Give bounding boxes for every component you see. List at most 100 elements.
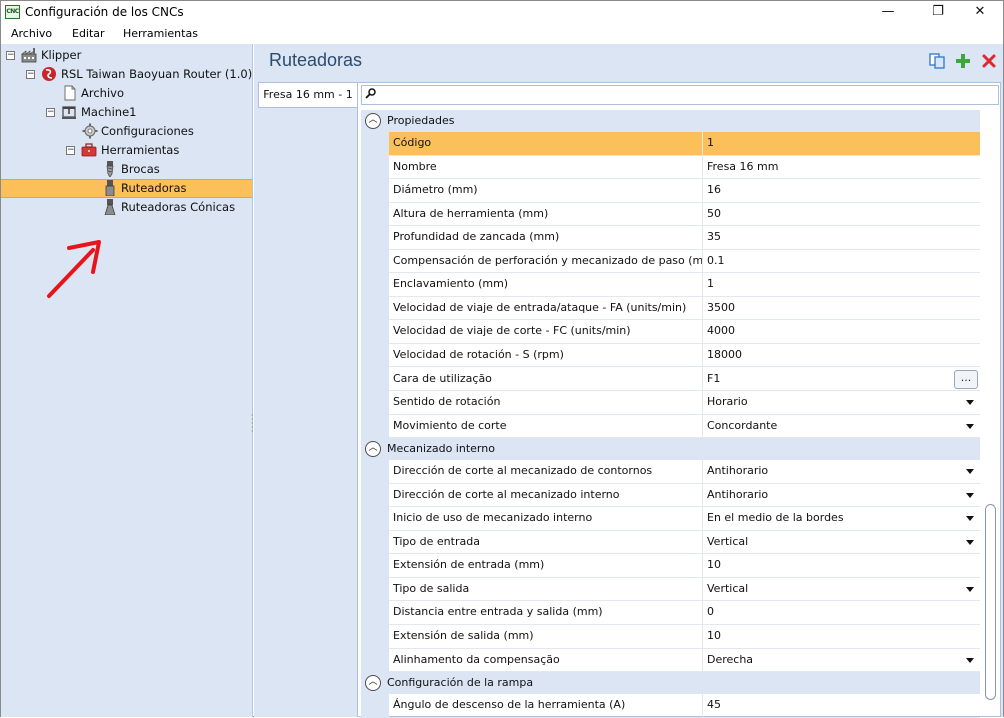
property-name: Tipo de salida	[389, 577, 703, 601]
minimize-button[interactable]: —	[865, 1, 911, 24]
tree-item-machine1[interactable]: − Machine1	[1, 103, 251, 122]
dropdown-arrow-icon[interactable]	[966, 539, 974, 545]
property-value-field[interactable]: 1	[703, 273, 980, 296]
restore-button[interactable]: ❐	[915, 1, 961, 24]
search-input[interactable]	[361, 85, 999, 105]
toolbox-icon	[81, 143, 97, 157]
property-value-dropdown[interactable]: Antihorario	[703, 460, 980, 483]
category-header[interactable]: ︿ Configuración de la rampa	[361, 672, 980, 695]
property-value-field[interactable]: Fresa 16 mm	[703, 156, 980, 179]
dropdown-arrow-icon[interactable]	[966, 586, 974, 592]
property-value-field[interactable]: 16	[703, 179, 980, 202]
window-title: Configuración de los CNCs	[25, 5, 184, 19]
collapse-category-icon[interactable]: ︿	[365, 113, 381, 129]
property-row[interactable]: Alinhamento da compensação Derecha	[361, 647, 980, 673]
property-row[interactable]: Sentido de rotación Horario	[361, 390, 980, 415]
property-row[interactable]: Nombre Fresa 16 mm	[361, 154, 980, 180]
menu-herramientas[interactable]: Herramientas	[123, 27, 198, 40]
add-icon[interactable]	[954, 52, 972, 70]
property-value-dropdown[interactable]: Vertical	[703, 531, 980, 554]
property-name: Ángulo de descenso de la herramienta (A)	[389, 694, 703, 718]
vertical-scrollbar[interactable]	[983, 110, 999, 716]
property-value-dropdown[interactable]: En el medio de la bordes	[703, 507, 980, 530]
property-row[interactable]: Velocidad de rotación - S (rpm) 18000	[361, 342, 980, 368]
property-value-field[interactable]: 4000	[703, 320, 980, 343]
property-row[interactable]: Ángulo de descenso de la herramienta (A)…	[361, 693, 980, 718]
property-value-field[interactable]: 0.1	[703, 250, 980, 273]
property-value-field[interactable]: 45	[703, 694, 980, 717]
collapse-toggle-icon[interactable]: −	[46, 108, 55, 117]
property-name: Sentido de rotación	[389, 391, 703, 415]
tree-item-ruteadoras[interactable]: Ruteadoras	[1, 179, 251, 198]
dropdown-arrow-icon[interactable]	[966, 657, 974, 663]
property-row[interactable]: Diámetro (mm) 16	[361, 178, 980, 203]
property-name: Compensación de perforación y mecanizado…	[389, 249, 703, 273]
tree-item-brocas[interactable]: Brocas	[1, 160, 251, 179]
tree-item-archivo[interactable]: Archivo	[1, 84, 251, 103]
collapse-toggle-icon[interactable]: −	[26, 70, 35, 79]
property-value-dropdown[interactable]: Vertical	[703, 578, 980, 601]
property-value-field[interactable]: 0	[703, 601, 980, 624]
property-row[interactable]: Velocidad de viaje de corte - FC (units/…	[361, 319, 980, 344]
category-header[interactable]: ︿ Mecanizado interno	[361, 438, 980, 461]
property-row[interactable]: Extensión de entrada (mm) 10	[361, 553, 980, 578]
row-gutter	[361, 366, 389, 391]
property-row[interactable]: Extensión de salida (mm) 10	[361, 624, 980, 649]
property-row[interactable]: Movimiento de corte Concordante	[361, 413, 980, 439]
close-window-button[interactable]: ✕	[957, 1, 1003, 24]
tab-fresa-16mm[interactable]: Fresa 16 mm - 1	[258, 82, 357, 108]
property-value-dropdown[interactable]: Antihorario	[703, 484, 980, 507]
property-value-field[interactable]: F1...	[703, 368, 980, 391]
tree-item-ruteadoras-conicas[interactable]: Ruteadoras Cónicas	[1, 198, 251, 217]
tree-item-rsl-taiwan-router[interactable]: − RSL Taiwan Baoyuan Router (1.0)	[1, 65, 253, 84]
dropdown-arrow-icon[interactable]	[966, 400, 974, 406]
property-row[interactable]: Altura de herramienta (mm) 50	[361, 201, 980, 227]
category-header[interactable]: ︿ Propiedades	[361, 110, 980, 132]
property-row[interactable]: Dirección de corte al mecanizado de cont…	[361, 459, 980, 484]
menu-editar[interactable]: Editar	[72, 27, 105, 40]
property-value-field[interactable]: 35	[703, 226, 980, 249]
delete-icon[interactable]	[980, 52, 998, 70]
property-row[interactable]: Tipo de salida Vertical	[361, 576, 980, 602]
property-row[interactable]: Enclavamiento (mm) 1	[361, 272, 980, 297]
property-row[interactable]: Código 1	[361, 131, 980, 156]
menu-archivo[interactable]: Archivo	[11, 27, 52, 40]
property-row[interactable]: Cara de utilização F1...	[361, 366, 980, 391]
dropdown-arrow-icon[interactable]	[966, 492, 974, 498]
collapse-category-icon[interactable]: ︿	[365, 441, 381, 458]
property-row[interactable]: Velocidad de viaje de entrada/ataque - F…	[361, 295, 980, 321]
browse-button[interactable]: ...	[954, 369, 978, 389]
tree-item-configuraciones[interactable]: Configuraciones	[1, 122, 251, 141]
property-value-dropdown[interactable]: Derecha	[703, 649, 980, 672]
scrollbar-thumb[interactable]	[985, 504, 996, 700]
tree-item-label: RSL Taiwan Baoyuan Router (1.0)	[61, 67, 253, 81]
property-row[interactable]: Profundidad de zancada (mm) 35	[361, 225, 980, 250]
property-value-dropdown[interactable]: Horario	[703, 391, 980, 414]
property-value-field[interactable]: 10	[703, 554, 980, 577]
dropdown-arrow-icon[interactable]	[966, 423, 974, 429]
property-value-field[interactable]: 10	[703, 625, 980, 648]
property-row[interactable]: Compensación de perforación y mecanizado…	[361, 248, 980, 274]
tree-item-klipper[interactable]: − Klipper	[1, 46, 251, 65]
copy-icon[interactable]	[928, 52, 946, 70]
property-value-dropdown[interactable]: Concordante	[703, 415, 980, 438]
dropdown-arrow-icon[interactable]	[966, 469, 974, 475]
row-gutter	[361, 248, 389, 274]
gear-icon	[82, 123, 98, 139]
row-gutter	[361, 624, 389, 649]
tree-item-herramientas[interactable]: − Herramientas	[1, 141, 251, 160]
property-row[interactable]: Dirección de corte al mecanizado interno…	[361, 482, 980, 508]
property-name: Enclavamiento (mm)	[389, 273, 703, 297]
property-value-field[interactable]: 1	[703, 132, 980, 155]
property-value-field[interactable]: 3500	[703, 297, 980, 320]
property-value: 4000	[707, 324, 735, 338]
property-row[interactable]: Distancia entre entrada y salida (mm) 0	[361, 600, 980, 625]
collapse-toggle-icon[interactable]: −	[6, 51, 15, 60]
collapse-toggle-icon[interactable]: −	[66, 146, 75, 155]
property-value-field[interactable]: 50	[703, 203, 980, 226]
dropdown-arrow-icon[interactable]	[966, 516, 974, 522]
property-value-field[interactable]: 18000	[703, 344, 980, 367]
collapse-category-icon[interactable]: ︿	[365, 675, 381, 692]
property-row[interactable]: Tipo de entrada Vertical	[361, 529, 980, 555]
property-row[interactable]: Inicio de uso de mecanizado interno En el…	[361, 506, 980, 531]
